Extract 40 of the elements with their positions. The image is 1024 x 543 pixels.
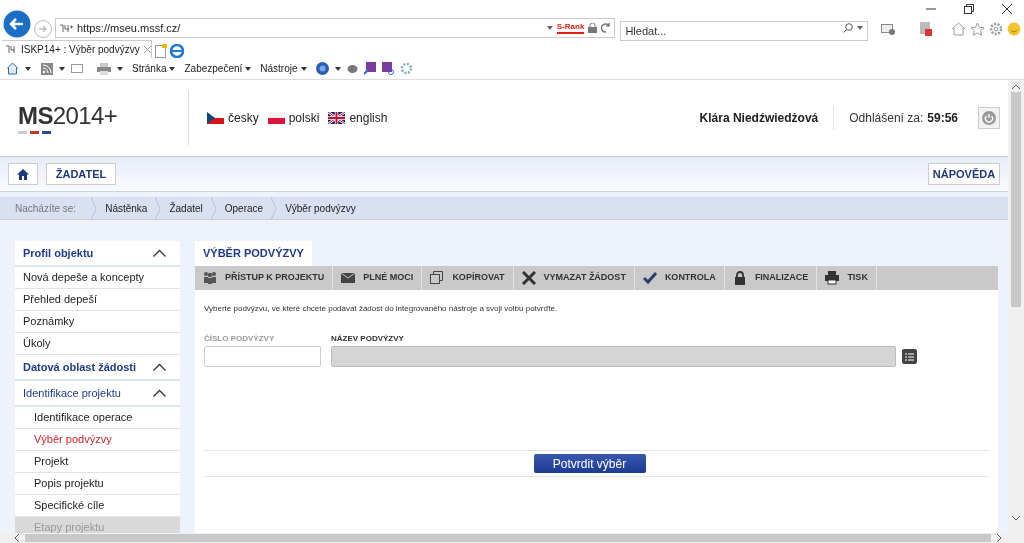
breadcrumb-link[interactable]: Výběr podvýzvy (277, 200, 364, 216)
breadcrumb-link[interactable]: Nástěnka (97, 200, 156, 216)
help-button[interactable]: NÁPOVĚDA (928, 163, 1000, 185)
user-name: Klára Niedźwiedżová (699, 110, 819, 127)
menu-button[interactable]: Zabezpečení (184, 61, 252, 76)
logo: MS2014+ (0, 102, 188, 134)
section-tab[interactable]: VÝBĚR PODVÝZVY (195, 241, 312, 266)
sidebar-item[interactable]: Výběr podvýzvy (15, 429, 180, 451)
breadcrumb-label: Nacházíte se: (14, 201, 78, 216)
field-label: NÁZEV PODVÝZVY (331, 333, 405, 345)
applicant-button[interactable]: ŽADATEL (46, 163, 116, 185)
language-link[interactable]: polski (267, 109, 320, 127)
sidebar-item[interactable]: Identifikace operace (15, 407, 180, 429)
logout-label: Odhlášení za: (849, 110, 924, 127)
address-text: https://mseu.mssf.cz/ (77, 20, 182, 36)
sidebar-item[interactable]: Popis projektu (15, 473, 180, 495)
field-label: ČÍSLO PODVÝZVY (204, 333, 276, 345)
rank-badge: S-Rank (556, 22, 585, 34)
sidebar-item[interactable]: Nová depeše a koncepty (15, 267, 180, 289)
logout-timer: 59:56 (927, 110, 958, 127)
sidebar-section-header[interactable]: Datová oblast žádosti (15, 355, 180, 381)
language-link[interactable]: english (328, 109, 388, 127)
search-field[interactable]: Hledat... (620, 21, 868, 41)
sidebar-item[interactable]: Specifické cíle (15, 495, 180, 517)
menu-button[interactable]: Nástroje (260, 61, 307, 76)
sidebar-item[interactable]: Přehled depeší (15, 289, 180, 311)
address-field[interactable]: https://mseu.mssf.cz/ S-Rank (55, 18, 616, 38)
browser-tab[interactable]: ISKP14+ : Výběr podvýzvy (2, 40, 152, 58)
confirm-button[interactable]: Potvrdit výběr (533, 454, 646, 473)
menu-button[interactable]: Stránka (132, 61, 176, 76)
breadcrumb-link[interactable]: Žadatel (161, 200, 211, 216)
breadcrumb-link[interactable]: Operace (216, 200, 272, 216)
tab-title: ISKP14+ : Výběr podvýzvy (21, 43, 140, 57)
instruction-text: Vyberte podvýzvu, ve které chcete podávat žádost do integrovaného nástroje a svoji volbu potvrďte. (204, 303, 559, 315)
language-link[interactable]: česky (207, 109, 259, 127)
sidebar-item[interactable]: Projekt (15, 451, 180, 473)
sidebar-section-header[interactable]: Identifikace projektu (15, 381, 180, 407)
sidebar-item[interactable]: Úkoly (15, 333, 180, 355)
sidebar-item[interactable]: Poznámky (15, 311, 180, 333)
sidebar-section-header[interactable]: Profil objektu (15, 241, 180, 267)
